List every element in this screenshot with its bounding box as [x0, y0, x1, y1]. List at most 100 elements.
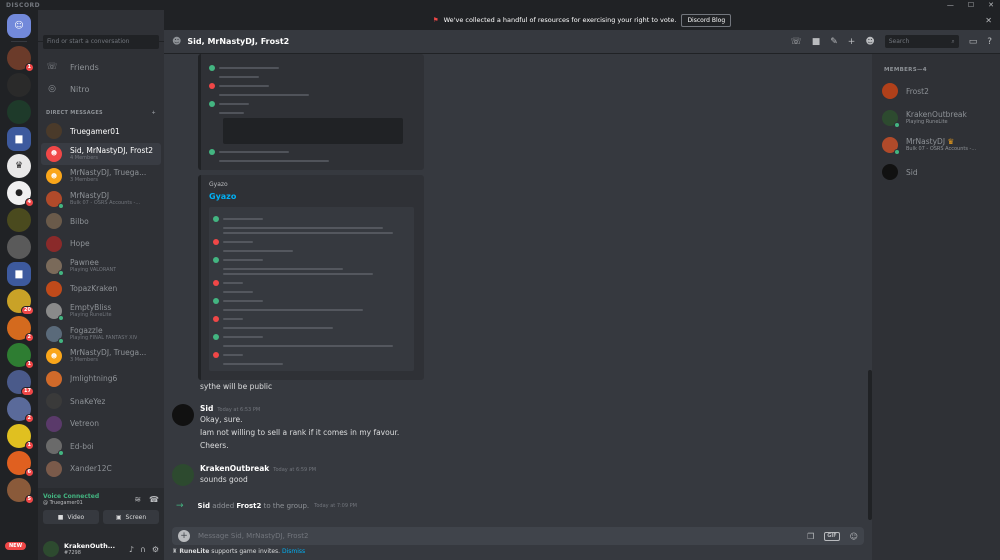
dm-item[interactable]: Xander12C — [41, 458, 161, 481]
server-icon[interactable]: 17 — [7, 370, 34, 396]
server-icon[interactable]: 1 — [7, 424, 34, 450]
dm-item-selected[interactable]: ☻ Sid, MrNastyDJ, Frost2 4 Members — [41, 142, 161, 165]
dm-item[interactable]: Vetreon — [41, 413, 161, 436]
status-online-indicator — [58, 270, 64, 277]
member-item[interactable]: KrakenOutbreak Playing RuneLite — [872, 106, 1000, 130]
avatar — [46, 280, 62, 297]
dm-item[interactable]: Jmlightning6 — [41, 368, 161, 391]
server-icon[interactable]: ♛ — [7, 154, 31, 178]
server-icon[interactable]: 2 — [7, 316, 34, 342]
server-folder[interactable]: ▆ — [7, 262, 31, 286]
message-avatar[interactable] — [172, 404, 194, 426]
close-notice-icon[interactable]: ✕ — [985, 16, 992, 25]
user-avatar[interactable] — [43, 541, 59, 557]
server-icon[interactable] — [7, 73, 31, 97]
avatar — [46, 303, 64, 322]
server-icon[interactable]: 6 — [7, 451, 34, 477]
discord-blog-button[interactable]: Discord Blog — [681, 13, 732, 27]
message-author[interactable]: KrakenOutbreak — [200, 464, 269, 473]
dm-item[interactable]: SnaKeYez — [41, 390, 161, 413]
unread-badge: 2 — [24, 414, 34, 423]
status-online-indicator — [894, 149, 900, 155]
server-icon[interactable] — [7, 208, 31, 232]
system-target[interactable]: Frost2 — [236, 502, 261, 510]
avatar — [46, 460, 62, 477]
message-avatar[interactable] — [172, 464, 194, 486]
close-icon[interactable]: ✕ — [988, 1, 994, 9]
video-button[interactable]: ■ Video — [43, 510, 99, 524]
pinned-messages-icon[interactable]: ✎ — [830, 37, 838, 47]
member-item[interactable]: MrNastyDJ ♛ Bulk 07 - OSRS Accounts -... — [872, 133, 1000, 157]
system-actor[interactable]: Sid — [198, 502, 210, 510]
dm-item[interactable]: Fogazzle Playing FINAL FANTASY XIV — [41, 323, 161, 346]
new-badge: NEW — [5, 542, 27, 550]
member-list-icon[interactable]: ☻ — [865, 37, 874, 47]
start-voice-call-icon[interactable]: ☏ — [790, 37, 801, 47]
dm-item[interactable]: Hope — [41, 233, 161, 256]
maximize-icon[interactable]: ☐ — [968, 1, 974, 9]
member-list-header: MEMBERS—4 — [884, 67, 927, 73]
dm-subtitle: Bulk 07 - OSRS Accounts -... — [70, 199, 141, 206]
server-icon[interactable] — [7, 235, 31, 259]
dm-item[interactable]: ☻ MrNastyDJ, Truega... 3 Members — [41, 165, 161, 188]
search-placeholder: Search — [888, 38, 910, 45]
headphones-icon[interactable]: ∩ — [140, 545, 146, 554]
upload-plus-icon[interactable]: + — [178, 530, 190, 542]
add-dm-icon[interactable]: + — [152, 110, 157, 116]
minimize-icon[interactable]: — — [947, 1, 954, 9]
message-text: Iam not willing to sell a rank if it com… — [200, 428, 400, 437]
gift-icon[interactable]: ❒ — [807, 532, 814, 541]
message-timestamp: Today at 7:09 PM — [314, 503, 357, 509]
member-item[interactable]: Frost2 — [872, 79, 1000, 103]
home-button[interactable]: ☺ — [7, 14, 31, 38]
dm-item[interactable]: Truegamer01 — [41, 120, 161, 143]
voice-connected-label[interactable]: Voice Connected — [43, 493, 99, 500]
dm-item[interactable]: Bilbo — [41, 210, 161, 233]
add-friends-to-dm-icon[interactable]: + — [848, 37, 856, 47]
member-item[interactable]: Sid — [872, 160, 1000, 184]
search-input[interactable]: Search ⌕ — [884, 35, 959, 48]
server-icon[interactable]: ● 4 — [7, 181, 34, 207]
noise-suppression-icon[interactable]: ≋ — [134, 495, 141, 504]
server-icon[interactable]: 5 — [7, 478, 34, 504]
microphone-icon[interactable]: ♪ — [129, 545, 134, 554]
find-conversation-input[interactable]: Find or start a conversation — [43, 35, 159, 49]
dm-item[interactable]: MrNastyDJ Bulk 07 - OSRS Accounts -... — [41, 188, 161, 211]
help-icon[interactable]: ? — [987, 37, 992, 47]
server-icon[interactable]: 2 — [7, 397, 34, 423]
inbox-icon[interactable]: ▭ — [969, 37, 978, 47]
dm-item[interactable]: ☻ MrNastyDJ, Truega... 3 Members — [41, 345, 161, 368]
message-input[interactable] — [198, 532, 808, 540]
dm-item[interactable]: Pawnee Playing VALORANT — [41, 255, 161, 278]
settings-gear-icon[interactable]: ⚙ — [152, 545, 159, 554]
unread-badge: 4 — [24, 198, 34, 207]
status-online-indicator — [58, 450, 64, 457]
server-icon[interactable] — [7, 100, 31, 124]
embed-image[interactable] — [209, 207, 414, 371]
screen-share-button[interactable]: ▣ Screen — [103, 510, 159, 524]
disconnect-call-icon[interactable]: ☎ — [149, 495, 159, 504]
search-icon: ⌕ — [951, 38, 955, 45]
dm-sidebar-header: Find or start a conversation — [38, 10, 164, 49]
embed-provider: Gyazo — [209, 181, 228, 188]
image-attachment[interactable] — [198, 54, 424, 170]
server-separator — [11, 41, 27, 42]
embed-title-link[interactable]: Gyazo — [209, 192, 416, 201]
dm-name: MrNastyDJ — [70, 190, 110, 200]
nav-nitro[interactable]: ◎ Nitro — [38, 78, 164, 100]
dm-name: Hope — [70, 239, 90, 249]
server-icon[interactable]: 1 — [7, 46, 34, 72]
server-icon[interactable]: 20 — [7, 289, 34, 315]
dismiss-link[interactable]: Dismiss — [282, 548, 305, 555]
emoji-icon[interactable]: ☺ — [850, 532, 858, 541]
server-icon[interactable]: 1 — [7, 343, 34, 369]
message-author[interactable]: Sid — [200, 404, 213, 413]
gif-icon[interactable]: GIF — [824, 531, 840, 541]
dm-item[interactable]: Ed-boi — [41, 435, 161, 458]
nav-friends[interactable]: ☏ Friends — [38, 56, 164, 78]
start-video-call-icon[interactable]: ■ — [812, 37, 821, 47]
avatar — [46, 393, 62, 410]
server-folder[interactable]: ▆ — [7, 127, 31, 151]
dm-item[interactable]: TopazKraken — [41, 278, 161, 301]
dm-item[interactable]: EmptyBliss Playing RuneLite — [41, 300, 161, 323]
